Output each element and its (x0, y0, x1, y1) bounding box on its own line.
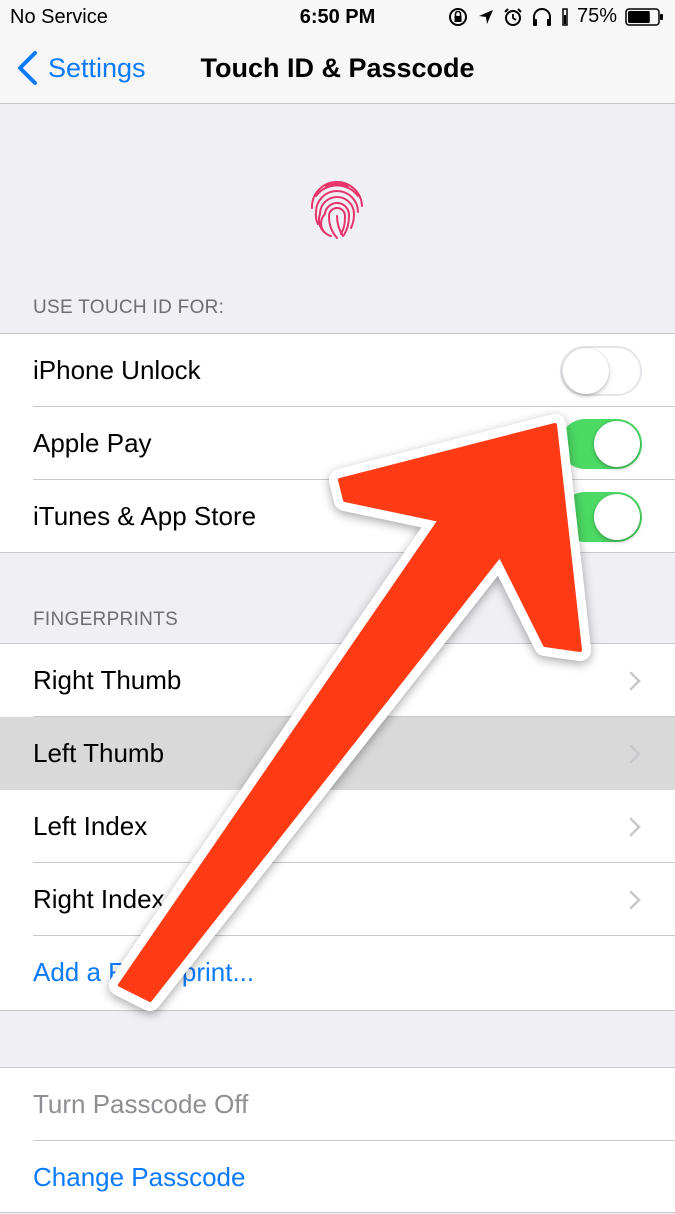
touch-id-section-header: USE TOUCH ID FOR: (33, 297, 225, 318)
apple-pay-row: Apple Pay (0, 407, 675, 480)
fingerprint-label: Left Index (33, 811, 148, 841)
fingerprint-header (0, 104, 675, 304)
alarm-icon (503, 7, 523, 27)
fingerprint-label: Right Thumb (33, 665, 182, 695)
iphone-unlock-row: iPhone Unlock (0, 334, 675, 407)
itunes-app-store-row: iTunes & App Store (0, 480, 675, 553)
fingerprint-row-left-index[interactable]: Left Index (0, 790, 675, 863)
toggle-knob (594, 420, 640, 467)
passcode-group: Turn Passcode Off Change Passcode (0, 1067, 675, 1213)
chevron-right-icon (629, 671, 641, 690)
status-bar: No Service 6:50 PM 75% (0, 0, 675, 36)
apple-pay-label: Apple Pay (33, 428, 152, 458)
fingerprint-label: Left Thumb (33, 738, 165, 768)
turn-passcode-off-row[interactable]: Turn Passcode Off (0, 1068, 675, 1141)
headphones-icon (531, 7, 553, 27)
battery-bar-icon (561, 7, 569, 27)
turn-passcode-off-button[interactable]: Turn Passcode Off (33, 1089, 248, 1120)
fingerprints-section-header: FINGERPRINTS (33, 609, 179, 630)
navigation-bar: Settings Touch ID & Passcode (0, 36, 675, 104)
itunes-app-store-label: iTunes & App Store (33, 501, 257, 531)
battery-percent: 75% (576, 5, 617, 27)
touch-id-group: iPhone Unlock Apple Pay iTunes & App Sto… (0, 333, 675, 553)
chevron-right-icon (629, 744, 641, 763)
change-passcode-row[interactable]: Change Passcode (0, 1141, 675, 1214)
iphone-unlock-toggle[interactable] (560, 345, 642, 396)
location-arrow-icon (477, 8, 495, 26)
orientation-lock-icon (447, 6, 469, 28)
iphone-unlock-label: iPhone Unlock (33, 355, 201, 385)
apple-pay-toggle[interactable] (560, 418, 642, 469)
page-title: Touch ID & Passcode (200, 53, 475, 83)
add-fingerprint-button[interactable]: Add a Fingerprint... (33, 957, 254, 988)
chevron-right-icon (629, 890, 641, 909)
change-passcode-button[interactable]: Change Passcode (33, 1162, 245, 1193)
toggle-knob (563, 347, 609, 394)
fingerprint-icon (310, 181, 363, 239)
add-fingerprint-row[interactable]: Add a Fingerprint... (0, 936, 675, 1009)
itunes-app-store-toggle[interactable] (560, 491, 642, 542)
toggle-knob (594, 493, 640, 540)
fingerprint-row-right-thumb[interactable]: Right Thumb (0, 644, 675, 717)
battery-icon (625, 7, 665, 27)
chevron-right-icon (629, 817, 641, 836)
fingerprint-row-right-index[interactable]: Right Index (0, 863, 675, 936)
fingerprint-label: Right Index (33, 884, 165, 914)
fingerprint-row-left-thumb[interactable]: Left Thumb (0, 717, 675, 790)
status-icons: 75% (447, 5, 665, 28)
fingerprints-group: Right Thumb Left Thumb Left Index Right … (0, 643, 675, 1011)
